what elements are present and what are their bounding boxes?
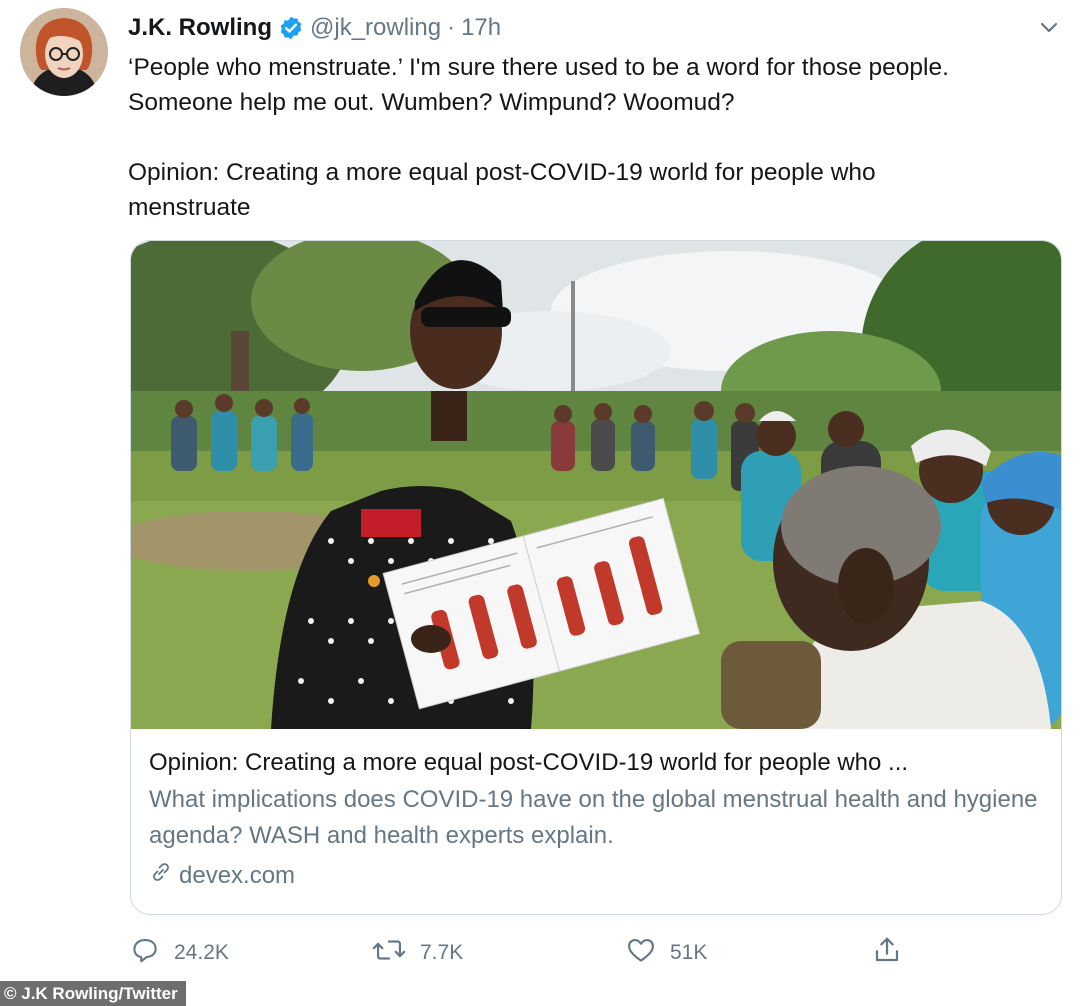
display-name[interactable]: J.K. Rowling bbox=[128, 14, 272, 42]
card-image[interactable] bbox=[131, 241, 1061, 729]
retweet-count: 7.7K bbox=[420, 941, 464, 964]
reply-count: 24.2K bbox=[174, 941, 229, 964]
verified-badge-icon bbox=[278, 15, 304, 41]
like-button[interactable]: 51K bbox=[626, 935, 707, 971]
card-domain-text: devex.com bbox=[179, 861, 296, 889]
tweet-text: ‘People who menstruate.’ I'm sure there … bbox=[128, 54, 949, 221]
action-bar: 24.2K 7.7K 51K bbox=[130, 935, 910, 971]
avatar[interactable] bbox=[20, 8, 108, 96]
link-icon bbox=[149, 860, 173, 891]
separator-dot: · bbox=[447, 14, 456, 41]
tweet-header: J.K. Rowling @jk_rowling · 17h bbox=[128, 10, 501, 46]
card-body: Opinion: Creating a more equal post-COVI… bbox=[149, 746, 1049, 891]
share-icon bbox=[872, 935, 902, 971]
retweet-icon bbox=[372, 935, 406, 971]
reply-button[interactable]: 24.2K bbox=[130, 935, 229, 971]
share-button[interactable] bbox=[872, 935, 902, 971]
retweet-button[interactable]: 7.7K bbox=[372, 935, 463, 971]
like-icon bbox=[626, 935, 656, 971]
handle[interactable]: @jk_rowling bbox=[310, 14, 441, 42]
like-count: 51K bbox=[670, 941, 708, 964]
image-credit: © J.K Rowling/Twitter bbox=[0, 981, 186, 1006]
card-title[interactable]: Opinion: Creating a more equal post-COVI… bbox=[149, 746, 1049, 780]
link-card[interactable]: Opinion: Creating a more equal post-COVI… bbox=[130, 240, 1062, 915]
timestamp[interactable]: 17h bbox=[461, 14, 501, 42]
chevron-down-icon[interactable] bbox=[1038, 16, 1060, 38]
card-domain[interactable]: devex.com bbox=[149, 860, 1049, 891]
card-description: What implications does COVID-19 have on … bbox=[149, 786, 1038, 849]
reply-icon bbox=[130, 935, 160, 971]
